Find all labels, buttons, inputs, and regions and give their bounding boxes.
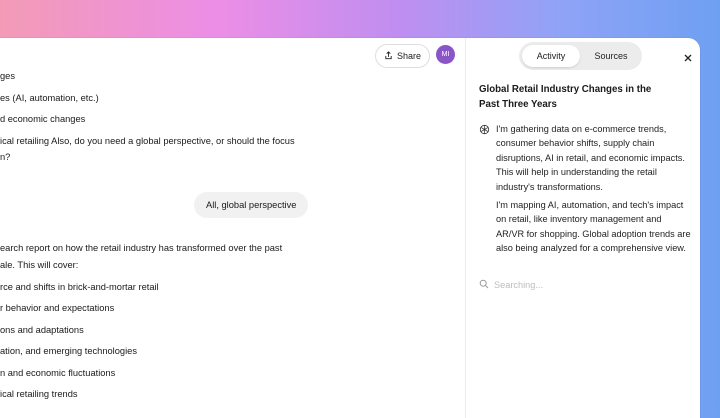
activity-paragraph: I'm mapping AI, automation, and tech's i…: [496, 200, 691, 254]
share-label: Share: [397, 51, 422, 61]
list-item: ons and adaptations: [0, 325, 84, 335]
message-line: ical retailing Also, do you need a globa…: [0, 136, 295, 146]
list-item: r behavior and expectations: [0, 303, 115, 313]
search-icon: [479, 279, 489, 291]
list-item: ical retailing trends: [0, 389, 78, 399]
panel-title: Global Retail Industry Changes in the Pa…: [479, 84, 652, 110]
message-line: ges: [0, 71, 15, 81]
message-line: es (AI, automation, etc.): [0, 93, 99, 103]
close-icon[interactable]: [683, 50, 693, 62]
message-line: ale. This will cover:: [0, 260, 79, 270]
message-line: n?: [0, 152, 11, 162]
share-button[interactable]: Share: [375, 44, 431, 68]
message-line: d economic changes: [0, 114, 86, 124]
panel-tabs: Activity Sources: [519, 42, 642, 70]
share-icon: [384, 50, 393, 62]
searching-label: Searching...: [494, 280, 544, 290]
openai-logo-icon: [479, 122, 490, 135]
user-message-bubble: All, global perspective: [194, 192, 309, 218]
activity-paragraph: I'm gathering data on e-commerce trends,…: [496, 124, 685, 192]
list-item: rce and shifts in brick-and-mortar retai…: [0, 282, 159, 292]
app-window: Share MI ges es (AI, automation, etc.) d…: [0, 38, 700, 418]
list-item: n and economic fluctuations: [0, 368, 116, 378]
activity-panel: Activity Sources Global Retail Industry …: [466, 38, 700, 418]
tab-activity[interactable]: Activity: [522, 45, 580, 67]
chat-area: Share MI ges es (AI, automation, etc.) d…: [0, 38, 465, 418]
message-line: earch report on how the retail industry …: [0, 243, 283, 253]
searching-status: Searching...: [479, 279, 543, 291]
list-item: ation, and emerging technologies: [0, 346, 137, 356]
avatar[interactable]: MI: [436, 45, 455, 64]
tab-sources[interactable]: Sources: [583, 45, 639, 67]
